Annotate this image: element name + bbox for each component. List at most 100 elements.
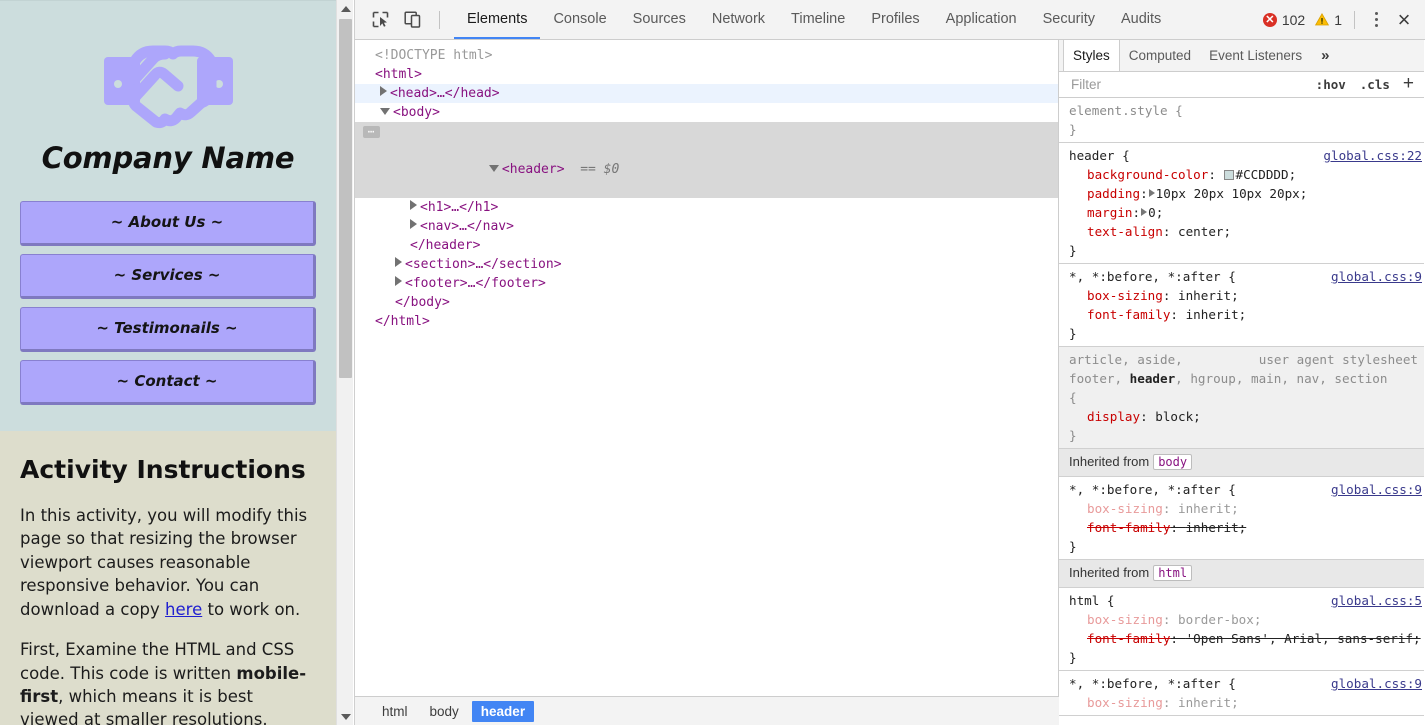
scroll-up-arrow-icon[interactable]	[337, 0, 354, 17]
rule-source-link[interactable]: global.css:9	[1331, 674, 1422, 693]
decl-prop[interactable]: font-family	[1087, 307, 1170, 322]
decl-prop[interactable]: margin	[1087, 205, 1133, 220]
new-style-rule-button[interactable]: +	[1397, 74, 1418, 95]
devtools-body: <!DOCTYPE html> <html> <head>…</head> <b…	[355, 40, 1425, 725]
decl-prop[interactable]: padding	[1087, 186, 1140, 201]
decl-prop[interactable]: box-sizing	[1087, 695, 1163, 710]
nav-link-about-us[interactable]: ~ About Us ~	[20, 201, 316, 246]
download-here-link[interactable]: here	[165, 600, 202, 619]
decl-value[interactable]: 0	[1148, 205, 1156, 220]
dom-row-header-close[interactable]: </header>	[355, 236, 1058, 255]
decl-value[interactable]: inherit	[1186, 307, 1239, 322]
rule-universal-last[interactable]: *, *:before, *:after {global.css:9 box-s…	[1059, 671, 1424, 716]
breadcrumb: html body header	[355, 696, 1059, 725]
decl-value[interactable]: center	[1178, 224, 1224, 239]
kebab-menu-icon[interactable]	[1365, 8, 1387, 32]
warning-badge[interactable]: 1	[1305, 12, 1342, 28]
tab-application[interactable]: Application	[933, 0, 1030, 39]
ellipsis-badge-icon[interactable]: ⋯	[363, 126, 380, 138]
expand-triangle-icon[interactable]	[410, 219, 417, 229]
dom-row-html-close[interactable]: </html>	[355, 312, 1058, 331]
page-vertical-scrollbar[interactable]	[336, 0, 353, 725]
breadcrumb-item-html[interactable]: html	[373, 701, 417, 722]
inherited-source-tag[interactable]: html	[1153, 565, 1193, 581]
dom-row-text: <footer>…</footer>	[405, 276, 546, 291]
tab-audits[interactable]: Audits	[1108, 0, 1174, 39]
rule-close-brace: }	[1069, 243, 1077, 258]
expand-shorthand-icon[interactable]	[1141, 208, 1148, 216]
decl-prop[interactable]: font-family	[1087, 520, 1170, 535]
dom-row-body-close[interactable]: </body>	[355, 293, 1058, 312]
dom-row-html[interactable]: <html>	[355, 65, 1058, 84]
rule-header[interactable]: header {global.css:22 background-color: …	[1059, 143, 1424, 264]
expand-triangle-icon[interactable]	[395, 257, 402, 267]
decl-value[interactable]: inherit	[1178, 288, 1231, 303]
decl-prop[interactable]: box-sizing	[1087, 612, 1163, 627]
decl-value[interactable]: border-box	[1178, 612, 1254, 627]
expand-triangle-icon[interactable]	[395, 276, 402, 286]
scroll-down-arrow-icon[interactable]	[337, 708, 354, 725]
hover-state-button[interactable]: :hov	[1309, 77, 1353, 92]
tab-sources[interactable]: Sources	[620, 0, 699, 39]
decl-value[interactable]: inherit	[1178, 501, 1231, 516]
decl-prop[interactable]: background-color	[1087, 167, 1208, 182]
tab-network[interactable]: Network	[699, 0, 778, 39]
nav-link-contact[interactable]: ~ Contact ~	[20, 360, 316, 405]
collapse-triangle-icon[interactable]	[380, 108, 390, 115]
tab-styles[interactable]: Styles	[1063, 40, 1120, 71]
decl-value[interactable]: #CCDDDD	[1236, 167, 1289, 182]
dom-row-footer[interactable]: <footer>…</footer>	[355, 274, 1058, 293]
device-toolbar-icon[interactable]	[397, 6, 427, 34]
decl-value[interactable]: inherit	[1178, 695, 1231, 710]
decl-prop[interactable]: box-sizing	[1087, 501, 1163, 516]
collapse-triangle-icon[interactable]	[488, 165, 499, 172]
rule-universal-inherited-body[interactable]: *, *:before, *:after {global.css:9 box-s…	[1059, 477, 1424, 560]
tab-profiles[interactable]: Profiles	[858, 0, 932, 39]
color-swatch[interactable]	[1223, 170, 1234, 180]
close-icon[interactable]: ×	[1391, 7, 1417, 33]
decl-prop[interactable]: text-align	[1087, 224, 1163, 239]
nav-link-services[interactable]: ~ Services ~	[20, 254, 316, 299]
decl-prop[interactable]: box-sizing	[1087, 288, 1163, 303]
tab-elements[interactable]: Elements	[454, 0, 541, 39]
breadcrumb-item-header[interactable]: header	[471, 700, 535, 722]
rule-source-link[interactable]: global.css:9	[1331, 267, 1422, 286]
expand-triangle-icon[interactable]	[410, 200, 417, 210]
more-tabs-icon[interactable]: »	[1311, 40, 1339, 71]
dom-row-doctype[interactable]: <!DOCTYPE html>	[355, 46, 1058, 65]
inspect-element-icon[interactable]	[365, 6, 395, 34]
dom-row-body[interactable]: <body>	[355, 103, 1058, 122]
inherited-source-tag[interactable]: body	[1153, 454, 1193, 470]
dom-row-section[interactable]: <section>…</section>	[355, 255, 1058, 274]
tab-event-listeners[interactable]: Event Listeners	[1200, 40, 1311, 71]
decl-prop[interactable]: font-family	[1087, 631, 1170, 646]
rule-element-style[interactable]: element.style { }	[1059, 98, 1424, 143]
expand-shorthand-icon[interactable]	[1148, 189, 1155, 197]
breadcrumb-item-body[interactable]: body	[421, 701, 468, 722]
dom-row-h1[interactable]: <h1>…</h1>	[355, 198, 1058, 217]
rule-source-link[interactable]: global.css:5	[1331, 591, 1422, 610]
tab-timeline[interactable]: Timeline	[778, 0, 858, 39]
decl-value[interactable]: 'Open Sans', Arial, sans-serif;	[1186, 631, 1421, 646]
error-badge[interactable]: ✕ 102	[1262, 12, 1305, 28]
expand-triangle-icon[interactable]	[380, 86, 387, 96]
rule-source-link[interactable]: global.css:9	[1331, 480, 1422, 499]
tab-console[interactable]: Console	[540, 0, 619, 39]
scrollbar-thumb[interactable]	[339, 19, 352, 378]
rule-universal-1[interactable]: *, *:before, *:after {global.css:9 box-s…	[1059, 264, 1424, 347]
rule-html[interactable]: html {global.css:5 box-sizing: border-bo…	[1059, 588, 1424, 671]
rule-user-agent[interactable]: article, aside, user agent stylesheet foo…	[1059, 347, 1424, 449]
dom-row-text: <html>	[375, 67, 422, 82]
dom-row-nav[interactable]: <nav>…</nav>	[355, 217, 1058, 236]
rule-source-link[interactable]: global.css:22	[1323, 146, 1422, 165]
nav-link-testimonials[interactable]: ~ Testimonails ~	[20, 307, 316, 352]
tab-security[interactable]: Security	[1030, 0, 1108, 39]
dom-row-header[interactable]: ⋯ <header> == $0	[355, 122, 1058, 198]
decl-value[interactable]: 10px 20px 10px 20px	[1156, 186, 1300, 201]
rule-close-brace: }	[1069, 122, 1077, 137]
element-classes-button[interactable]: .cls	[1353, 77, 1397, 92]
tab-computed[interactable]: Computed	[1120, 40, 1200, 71]
styles-filter-input[interactable]	[1069, 76, 1309, 93]
dom-row-head[interactable]: <head>…</head>	[355, 84, 1058, 103]
decl-value[interactable]: inherit	[1186, 520, 1239, 535]
